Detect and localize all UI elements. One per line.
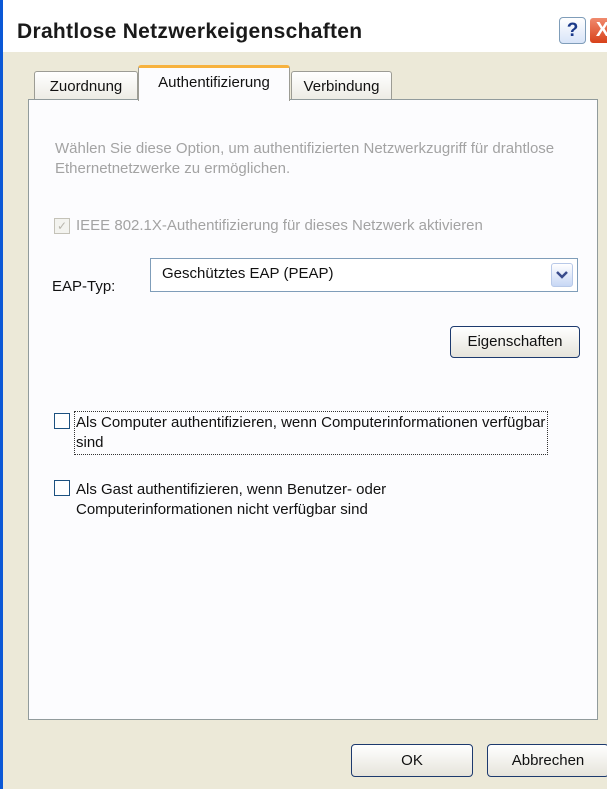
eigenschaften-label: Eigenschaften (467, 333, 563, 350)
authentication-panel: Wählen Sie diese Option, um authentifizi… (28, 99, 598, 720)
chevron-down-icon (556, 271, 568, 279)
ok-label: OK (401, 752, 423, 769)
guest-auth-checkbox[interactable] (54, 480, 70, 496)
ieee-8021x-label: IEEE 802.1X-Authentifizierung für dieses… (76, 217, 483, 234)
tab-verbindung[interactable]: Verbindung (291, 71, 392, 100)
computer-auth-option[interactable]: Als Computer authentifizieren, wenn Comp… (54, 411, 548, 455)
dropdown-arrow-button[interactable] (551, 263, 573, 287)
description-text: Wählen Sie diese Option, um authentifizi… (55, 140, 555, 177)
ieee-8021x-checkbox: ✓ (54, 218, 70, 234)
tab-verbindung-label: Verbindung (303, 78, 380, 95)
computer-auth-label[interactable]: Als Computer authentifizieren, wenn Comp… (74, 411, 548, 455)
close-button[interactable]: X (589, 17, 607, 44)
ok-button[interactable]: OK (351, 744, 473, 777)
eap-type-value: Geschütztes EAP (PEAP) (162, 265, 334, 282)
tab-authentifizierung[interactable]: Authentifizierung (138, 65, 290, 101)
tab-zuordnung[interactable]: Zuordnung (34, 71, 138, 100)
cancel-button[interactable]: Abbrechen (487, 744, 607, 777)
checkmark-icon: ✓ (56, 219, 68, 233)
help-icon: ? (566, 20, 579, 41)
title-bar[interactable]: Drahtlose Netzwerkeigenschaften ? X (3, 0, 607, 52)
cancel-label: Abbrechen (511, 752, 585, 769)
dialog-title: Drahtlose Netzwerkeigenschaften (17, 20, 363, 43)
eap-type-label: EAP-Typ: (52, 278, 116, 295)
eigenschaften-button[interactable]: Eigenschaften (450, 326, 580, 358)
close-icon: X (596, 19, 607, 41)
guest-auth-option[interactable]: Als Gast authentifizieren, wenn Benutzer… (54, 480, 496, 520)
dialog-window: Drahtlose Netzwerkeigenschaften ? X Zuor… (0, 0, 607, 789)
tab-zuordnung-label: Zuordnung (49, 78, 123, 95)
eap-type-select[interactable]: Geschütztes EAP (PEAP) (150, 258, 578, 292)
ieee-8021x-option: ✓ IEEE 802.1X-Authentifizierung für dies… (54, 217, 483, 236)
tab-authentifizierung-label: Authentifizierung (158, 74, 270, 91)
guest-auth-label[interactable]: Als Gast authentifizieren, wenn Benutzer… (76, 480, 496, 520)
computer-auth-checkbox[interactable] (54, 413, 70, 429)
help-button[interactable]: ? (559, 17, 586, 44)
